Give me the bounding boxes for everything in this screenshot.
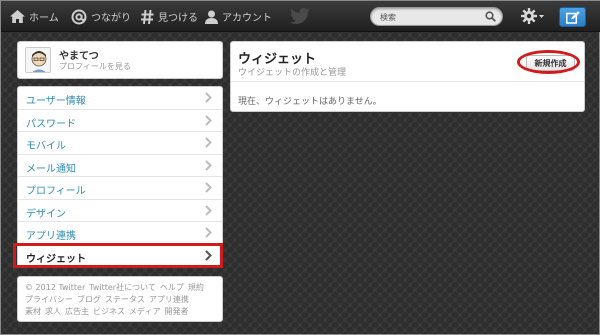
footer-link-status[interactable]: ステータス [105, 295, 145, 304]
view-profile-link[interactable]: プロフィールを見る [59, 61, 131, 72]
menu-item-label: ウィジェット [26, 253, 86, 265]
menu-item-password[interactable]: パスワード [18, 110, 222, 132]
footer-link-apps[interactable]: アプリ連携 [149, 295, 189, 304]
footer: © 2012 Twitter Twitter社について ヘルプ 規約 プライバシー ブロ… [17, 276, 223, 322]
footer-link-terms[interactable]: 規約 [188, 283, 204, 292]
footer-link-about[interactable]: Twitter社について [89, 283, 156, 292]
create-widget-button[interactable]: 新規作成 [526, 55, 575, 71]
person-icon [205, 10, 218, 24]
home-icon [10, 10, 25, 23]
divider [231, 81, 584, 82]
empty-state-text: 現在、ウィジェットはありません。 [238, 97, 382, 107]
chevron-right-icon [205, 204, 212, 216]
menu-item-label: プロフィール [26, 186, 86, 197]
hashtag-icon [141, 9, 154, 24]
menu-item-apps[interactable]: アプリ連携 [18, 222, 222, 245]
nav-home-label: ホーム [29, 13, 59, 24]
nav-account[interactable]: アカウント [205, 1, 272, 32]
chevron-right-icon [205, 159, 212, 171]
footer-link-resources[interactable]: 素材 [25, 307, 41, 316]
compose-icon [565, 10, 580, 24]
menu-item-label: モバイル [26, 141, 66, 152]
avatar[interactable] [25, 47, 51, 73]
menu-item-label: アプリ連携 [26, 231, 76, 242]
nav-account-label: アカウント [222, 13, 272, 24]
search-input[interactable] [380, 10, 480, 24]
footer-link-help[interactable]: ヘルプ [160, 283, 184, 292]
widgets-panel: ウィジェット ウイジェットの作成と管理 新規作成 現在、ウィジェットはありません… [230, 41, 585, 112]
page-subtitle: ウイジェットの作成と管理 [238, 68, 347, 78]
nav-home[interactable]: ホーム [10, 1, 59, 32]
footer-link-media[interactable]: メディア [129, 307, 160, 316]
search-icon[interactable] [485, 11, 496, 22]
menu-item-design[interactable]: デザイン [18, 200, 222, 222]
menu-item-user-info[interactable]: ユーザー情報 [18, 87, 222, 110]
menu-item-label: パスワード [26, 118, 76, 130]
chevron-right-icon [205, 114, 212, 126]
chevron-right-icon [205, 137, 212, 148]
menu-item-mobile[interactable]: モバイル [18, 132, 222, 155]
nav-connect[interactable]: つながり [71, 1, 131, 32]
avatar-illustration-icon [31, 51, 47, 72]
footer-link-privacy[interactable]: プライバシー [25, 295, 73, 304]
profile-name[interactable]: やまてつ [59, 47, 99, 62]
nav-connect-label: つながり [91, 13, 131, 24]
chevron-right-icon [205, 227, 212, 238]
footer-link-jobs[interactable]: 求人 [45, 307, 61, 316]
menu-item-label: ユーザー情報 [26, 96, 86, 107]
menu-item-email-notifications[interactable]: メール通知 [18, 155, 222, 177]
search-box[interactable] [370, 7, 503, 26]
settings-menu: ユーザー情報 パスワード モバイル メール通知 プロフィール デザイン アプリ連… [17, 86, 223, 268]
footer-copyright: © 2012 Twitter [25, 283, 86, 292]
nav-discover-label: 見つける [158, 13, 198, 24]
footer-link-business[interactable]: ビジネス [93, 307, 125, 316]
twitter-bird-icon [290, 8, 310, 24]
footer-link-blog[interactable]: ブログ [77, 295, 101, 304]
settings-menu-button[interactable] [521, 8, 545, 28]
menu-item-widgets[interactable]: ウィジェット [18, 245, 222, 268]
gear-icon [521, 8, 544, 24]
at-sign-icon [71, 9, 87, 24]
footer-link-developers[interactable]: 開発者 [164, 307, 188, 316]
chevron-right-icon [205, 92, 212, 103]
footer-link-advertisers[interactable]: 広告主 [65, 307, 89, 316]
chevron-right-icon [205, 249, 212, 261]
top-navigation-bar: ホーム つながり 見つける アカウント [1, 1, 600, 32]
compose-tweet-button[interactable] [559, 7, 586, 27]
profile-card[interactable]: やまてつ プロフィールを見る [17, 41, 223, 79]
chevron-right-icon [205, 182, 212, 193]
menu-item-label: メール通知 [26, 163, 76, 175]
menu-item-label: デザイン [26, 208, 66, 220]
nav-discover[interactable]: 見つける [141, 1, 198, 32]
menu-item-profile[interactable]: プロフィール [18, 177, 222, 200]
